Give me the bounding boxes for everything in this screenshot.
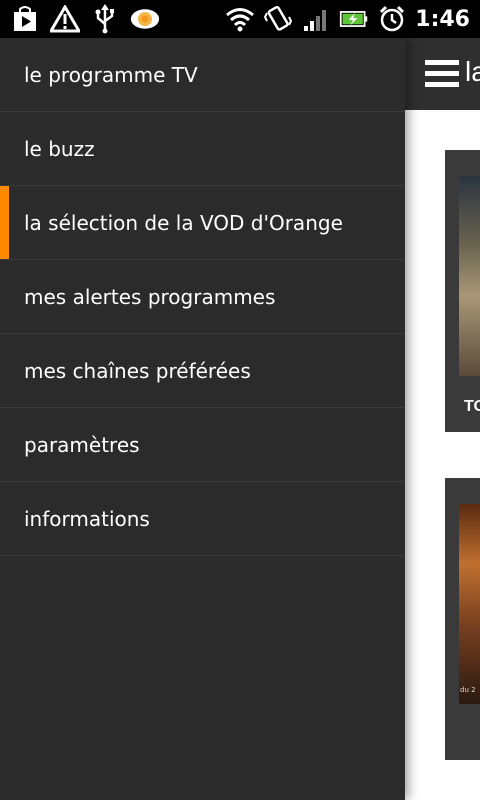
usb-icon [90, 4, 120, 34]
signal-icon [301, 4, 331, 34]
drawer-item-label: le buzz [24, 136, 95, 161]
drawer-item-buzz[interactable]: le buzz [0, 112, 405, 186]
status-bar: 1:46 [0, 0, 480, 38]
drawer-item-label: paramètres [24, 432, 140, 457]
navigation-drawer: le programme TV le buzz la sélection de … [0, 38, 405, 800]
drawer-item-parametres[interactable]: paramètres [0, 408, 405, 482]
play-store-icon [10, 4, 40, 34]
movie-poster [459, 176, 480, 376]
vod-card[interactable]: du 2 [445, 478, 480, 760]
drawer-item-label: mes chaînes préférées [24, 358, 251, 383]
drawer-item-label: la sélection de la VOD d'Orange [24, 210, 343, 235]
drawer-item-vod-selection[interactable]: la sélection de la VOD d'Orange [0, 186, 405, 260]
drawer-item-chaines-preferees[interactable]: mes chaînes préférées [0, 334, 405, 408]
drawer-item-programme-tv[interactable]: le programme TV [0, 38, 405, 112]
drawer-item-informations[interactable]: informations [0, 482, 405, 556]
vod-card[interactable]: TO [445, 150, 480, 432]
drawer-item-alertes[interactable]: mes alertes programmes [0, 260, 405, 334]
eye-icon [130, 4, 160, 34]
card-date: du 2 [460, 686, 476, 694]
vibrate-icon [263, 4, 293, 34]
alarm-icon [377, 4, 407, 34]
movie-poster [459, 504, 480, 704]
drawer-item-label: mes alertes programmes [24, 284, 276, 309]
action-bar: la [405, 38, 480, 110]
wifi-icon [225, 4, 255, 34]
clock-time: 1:46 [415, 6, 470, 32]
drawer-item-label: le programme TV [24, 62, 198, 87]
main-content: la TO du 2 [405, 38, 480, 800]
card-title: TO [464, 398, 480, 415]
warning-icon [50, 4, 80, 34]
page-title: la [465, 56, 480, 87]
menu-icon[interactable] [425, 60, 459, 88]
drawer-item-label: informations [24, 506, 150, 531]
battery-charging-icon [339, 4, 369, 34]
